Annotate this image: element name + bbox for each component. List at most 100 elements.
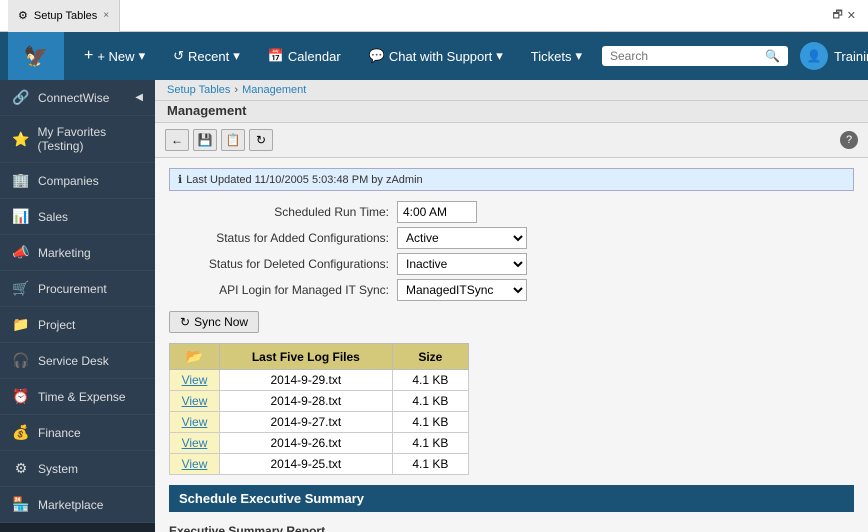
sidebar-label-connectwise: ConnectWise (38, 91, 109, 105)
form-fields: Scheduled Run Time: Status for Added Con… (169, 201, 854, 301)
sync-icon: ↻ (180, 315, 190, 329)
scheduled-run-time-row: Scheduled Run Time: (169, 201, 854, 223)
log-link-cell[interactable]: View (170, 370, 220, 391)
close-tab-button[interactable]: × (103, 10, 109, 21)
status-added-label: Status for Added Configurations: (169, 231, 389, 245)
schedule-section-header: Schedule Executive Summary (169, 485, 854, 512)
calendar-button[interactable]: 📅 Calendar (260, 44, 349, 68)
sidebar-label-finance: Finance (38, 426, 81, 440)
sync-label: Sync Now (194, 315, 248, 329)
log-link-cell[interactable]: View (170, 433, 220, 454)
sidebar-item-service-desk[interactable]: 🎧 Service Desk (0, 343, 155, 379)
marketplace-icon: 🏪 (12, 496, 30, 513)
tab-bar: ⚙ Setup Tables × 🗗 ✕ (0, 0, 868, 32)
log-link-cell[interactable]: View (170, 412, 220, 433)
sidebar-item-marketplace[interactable]: 🏪 Marketplace (0, 487, 155, 523)
breadcrumb-separator: › (234, 84, 238, 96)
window-close-icon[interactable]: ✕ (847, 9, 856, 22)
status-deleted-label: Status for Deleted Configurations: (169, 257, 389, 271)
sidebar-item-connectwise[interactable]: 🔗 ConnectWise ◀ (0, 80, 155, 116)
new-button[interactable]: + + New ▾ (76, 43, 153, 69)
window-restore-icon[interactable]: 🗗 (832, 6, 842, 25)
save-button[interactable]: 💾 (193, 129, 217, 151)
favorites-icon: ⭐ (12, 131, 29, 148)
search-icon[interactable]: 🔍 (765, 49, 780, 63)
sidebar-item-setup-tables[interactable]: Setup Tables (0, 523, 155, 532)
sidebar-label-favorites: My Favorites (Testing) (37, 125, 143, 153)
sidebar-item-project[interactable]: 📁 Project (0, 307, 155, 343)
content-area: ℹ Last Updated 11/10/2005 5:03:48 PM by … (155, 158, 868, 532)
recent-icon: ↺ (173, 48, 184, 64)
log-size-cell: 4.1 KB (392, 370, 468, 391)
sidebar-label-sales: Sales (38, 210, 68, 224)
sidebar-item-marketing[interactable]: 📣 Marketing (0, 235, 155, 271)
schedule-title: Schedule Executive Summary (179, 491, 364, 506)
training-label: Training (834, 49, 868, 64)
log-file-cell: 2014-9-29.txt (220, 370, 393, 391)
sidebar-label-project: Project (38, 318, 75, 332)
log-col-size: Size (392, 344, 468, 370)
log-file-cell: 2014-9-28.txt (220, 391, 393, 412)
sidebar-item-finance[interactable]: 💰 Finance (0, 415, 155, 451)
log-table-row: View 2014-9-26.txt 4.1 KB (170, 433, 469, 454)
log-size-cell: 4.1 KB (392, 454, 468, 475)
status-deleted-select[interactable]: Inactive Active (397, 253, 527, 275)
sidebar-item-system[interactable]: ⚙ System (0, 451, 155, 487)
breadcrumb: Setup Tables › Management (155, 80, 868, 101)
api-login-select[interactable]: ManagedITSync (397, 279, 527, 301)
sidebar-item-sales[interactable]: 📊 Sales (0, 199, 155, 235)
help-button[interactable]: ? (840, 131, 858, 149)
scheduled-run-time-input[interactable] (397, 201, 477, 223)
sidebar-label-service-desk: Service Desk (38, 354, 109, 368)
collapse-icon: ◀ (135, 92, 143, 103)
tab-label: Setup Tables (34, 10, 97, 22)
log-size-cell: 4.1 KB (392, 391, 468, 412)
log-table-row: View 2014-9-29.txt 4.1 KB (170, 370, 469, 391)
recent-chevron-icon: ▾ (233, 48, 240, 64)
back-button[interactable]: ← (165, 129, 189, 151)
logo-icon: 🦅 (24, 44, 49, 69)
tickets-label: Tickets (531, 49, 572, 64)
refresh-button[interactable]: ↻ (249, 129, 273, 151)
sidebar-label-companies: Companies (38, 174, 99, 188)
sidebar-item-favorites[interactable]: ⭐ My Favorites (Testing) (0, 116, 155, 163)
sidebar-label-time-expense: Time & Expense (38, 390, 126, 404)
exec-report-label: Executive Summary Report (169, 524, 854, 532)
sidebar: 🔗 ConnectWise ◀ ⭐ My Favorites (Testing)… (0, 80, 155, 532)
connectwise-icon: 🔗 (12, 89, 30, 106)
plus-icon: + (84, 47, 93, 65)
info-icon: ℹ (178, 173, 182, 186)
sidebar-item-time-expense[interactable]: ⏰ Time & Expense (0, 379, 155, 415)
new-label: + New (97, 49, 134, 64)
save-close-button[interactable]: 📋 (221, 129, 245, 151)
search-area: 🔍 (602, 46, 788, 66)
breadcrumb-parent[interactable]: Management (242, 84, 306, 96)
api-login-row: API Login for Managed IT Sync: ManagedIT… (169, 279, 854, 301)
tickets-chevron-icon: ▾ (575, 48, 582, 64)
exec-summary: Executive Summary Report Schedule on day… (169, 520, 854, 532)
log-size-cell: 4.1 KB (392, 433, 468, 454)
toolbar: ← 💾 📋 ↻ ? (155, 123, 868, 158)
tab-icon: ⚙ (18, 9, 28, 22)
setup-tables-tab[interactable]: ⚙ Setup Tables × (8, 0, 120, 32)
scheduled-run-time-label: Scheduled Run Time: (169, 205, 389, 219)
log-link-cell[interactable]: View (170, 391, 220, 412)
breadcrumb-root[interactable]: Setup Tables (167, 84, 230, 96)
search-input[interactable] (610, 49, 765, 63)
chat-support-button[interactable]: 💬 Chat with Support ▾ (361, 44, 511, 68)
log-link-cell[interactable]: View (170, 454, 220, 475)
log-table-row: View 2014-9-27.txt 4.1 KB (170, 412, 469, 433)
training-button[interactable]: 👤 Training ▾ (800, 42, 868, 70)
sidebar-label-marketplace: Marketplace (38, 498, 103, 512)
sync-now-button[interactable]: ↻ Sync Now (169, 311, 259, 333)
status-deleted-row: Status for Deleted Configurations: Inact… (169, 253, 854, 275)
status-added-select[interactable]: Active Inactive (397, 227, 527, 249)
sidebar-item-procurement[interactable]: 🛒 Procurement (0, 271, 155, 307)
log-size-cell: 4.1 KB (392, 412, 468, 433)
chat-icon: 💬 (369, 48, 385, 64)
recent-button[interactable]: ↺ Recent ▾ (165, 44, 248, 68)
service-desk-icon: 🎧 (12, 352, 30, 369)
log-table-row: View 2014-9-25.txt 4.1 KB (170, 454, 469, 475)
tickets-button[interactable]: Tickets ▾ (523, 44, 590, 68)
sidebar-item-companies[interactable]: 🏢 Companies (0, 163, 155, 199)
